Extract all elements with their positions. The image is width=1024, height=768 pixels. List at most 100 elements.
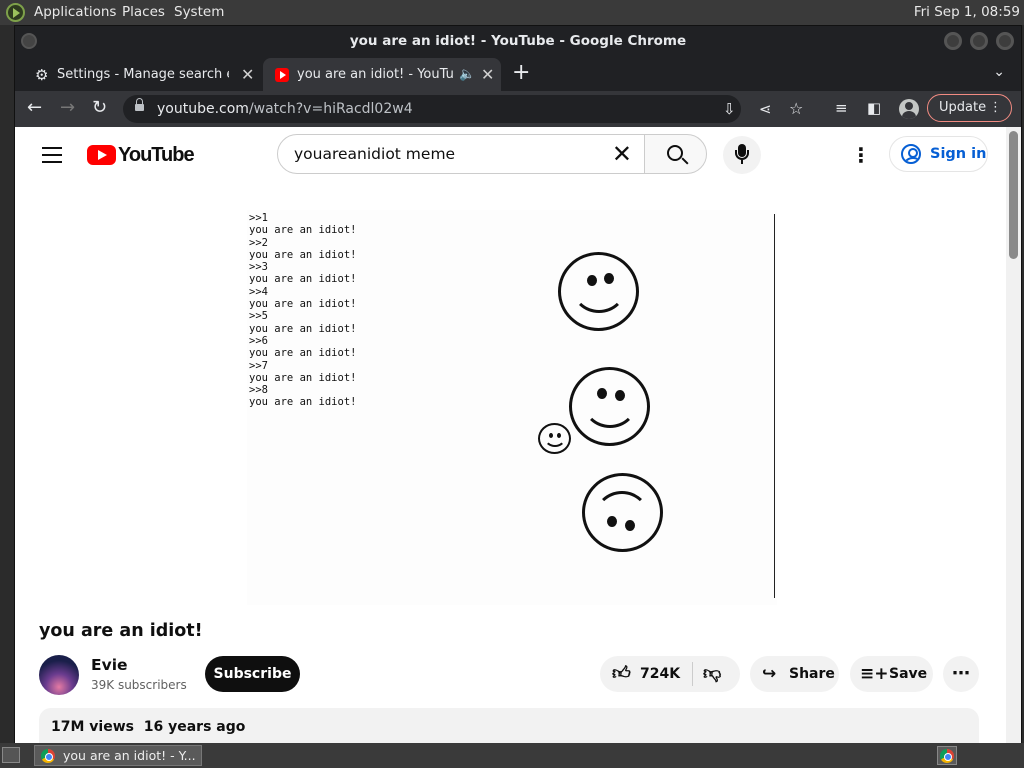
upside-down-smiley-face-icon	[582, 473, 663, 552]
desktop-taskbar: you are an idiot! - Y...	[0, 743, 1024, 768]
url-text[interactable]: youtube.com/watch?v=hiRacdl02w4	[157, 95, 413, 123]
like-button[interactable]: 👍︎	[612, 656, 631, 692]
console-line: >>3	[249, 261, 268, 274]
console-line: you are an idiot!	[249, 248, 357, 261]
view-count: 17M views	[51, 719, 134, 735]
chrome-window: you are an idiot! - YouTube - Google Chr…	[14, 25, 1022, 744]
page-scrollbar[interactable]	[1006, 127, 1021, 744]
share-button[interactable]: ↪ Share	[750, 656, 839, 692]
console-line: >>2	[249, 236, 268, 249]
new-tab-icon[interactable]: +	[512, 62, 530, 84]
description-box[interactable]: 17M views 16 years ago	[39, 708, 979, 744]
save-label: Save	[889, 666, 928, 682]
show-desktop-icon[interactable]	[2, 747, 20, 763]
settings-kebab-icon[interactable]: ⋮	[851, 142, 871, 168]
youtube-logo-text: YouTube	[118, 144, 195, 166]
tab-search-chevron-icon[interactable]: ⌄	[993, 64, 1005, 80]
reload-icon[interactable]: ↻	[92, 98, 107, 118]
channel-avatar[interactable]	[39, 655, 79, 695]
media-controls-icon[interactable]: ≡	[835, 98, 848, 118]
console-line: you are an idiot!	[249, 347, 357, 360]
gear-icon: ⚙	[35, 66, 49, 84]
youtube-play-icon	[87, 145, 116, 165]
close-window-button[interactable]	[996, 32, 1014, 50]
more-horizontal-icon: ⋯	[952, 663, 970, 684]
dislike-button[interactable]: 👎︎	[703, 656, 721, 692]
profile-avatar-icon[interactable]	[899, 99, 919, 119]
microphone-icon	[735, 144, 749, 164]
like-divider	[692, 662, 693, 686]
console-line: you are an idiot!	[249, 396, 357, 409]
clear-search-icon[interactable]: ✕	[612, 140, 632, 168]
tab-settings[interactable]: ⚙ Settings - Manage search engi ✕	[23, 58, 259, 91]
taskbar-chrome-window[interactable]: you are an idiot! - Y...	[34, 745, 202, 766]
console-line: >>8	[249, 384, 268, 397]
update-button[interactable]: Update ⋮	[927, 94, 1012, 122]
video-console-text: >>1 you are an idiot! >>2 you are an idiot!…	[249, 212, 356, 409]
system-menu[interactable]: System	[174, 4, 224, 20]
browser-toolbar: ← → ↻ youtube.com/watch?v=hiRacdl02w4 ⇩ …	[15, 91, 1021, 127]
applications-menu[interactable]: Applications	[34, 4, 116, 20]
console-line: >>1	[249, 212, 268, 224]
search-query: youareanidiot meme	[294, 145, 456, 163]
bookmark-star-icon[interactable]: ☆	[789, 99, 803, 119]
search-input[interactable]: youareanidiot meme ✕	[277, 134, 645, 174]
taskbar-window-label: you are an idiot! - Y...	[63, 748, 196, 763]
save-button[interactable]: ≡+ Save	[850, 656, 933, 692]
video-player[interactable]: >>1 you are an idiot! >>2 you are an idiot!…	[247, 210, 777, 605]
console-line: you are an idiot!	[249, 273, 357, 286]
like-dislike-group: 👍︎ 724K 👎︎	[600, 656, 740, 692]
chrome-menu-icon[interactable]: ⋮	[989, 95, 1002, 121]
tab-label: you are an idiot! - YouTube	[297, 67, 455, 82]
user-circle-icon	[901, 144, 921, 164]
video-metadata: 17M views 16 years ago	[51, 719, 245, 735]
small-smiley-face-icon	[538, 423, 571, 454]
video-frame-line	[774, 214, 775, 598]
maximize-button[interactable]	[970, 32, 988, 50]
clock[interactable]: Fri Sep 1, 08:59	[914, 4, 1020, 20]
subscriber-count: 39K subscribers	[91, 678, 187, 692]
window-titlebar[interactable]: you are an idiot! - YouTube - Google Chr…	[15, 26, 1021, 56]
hamburger-menu-icon[interactable]	[42, 147, 62, 163]
subscribe-button[interactable]: Subscribe	[205, 656, 300, 692]
share-arrow-icon: ↪	[762, 664, 777, 684]
tab-youtube[interactable]: you are an idiot! - YouTube 🔈 ✕	[263, 58, 501, 91]
back-arrow-icon[interactable]: ←	[27, 98, 42, 118]
console-line: you are an idiot!	[249, 371, 357, 384]
tab-close-icon[interactable]: ✕	[241, 58, 254, 91]
desktop-top-panel: Applications Places System Fri Sep 1, 08…	[0, 0, 1024, 25]
tab-close-icon[interactable]: ✕	[481, 58, 494, 91]
search-button[interactable]	[644, 134, 707, 174]
chrome-icon	[41, 749, 55, 763]
address-bar[interactable]: youtube.com/watch?v=hiRacdl02w4 ⇩ ⋖ ☆	[123, 95, 803, 123]
youtube-favicon-icon	[275, 68, 289, 82]
lock-icon[interactable]	[135, 98, 144, 113]
tab-strip: ⚙ Settings - Manage search engi ✕ you ar…	[15, 56, 1021, 91]
console-line: >>6	[249, 334, 268, 347]
channel-name[interactable]: Evie	[91, 656, 128, 674]
window-menu-icon[interactable]	[21, 33, 37, 49]
console-line: you are an idiot!	[249, 322, 357, 335]
audio-playing-icon[interactable]: 🔈	[459, 58, 475, 91]
forward-arrow-icon[interactable]: →	[60, 98, 75, 118]
console-line: you are an idiot!	[249, 298, 357, 311]
youtube-logo[interactable]: YouTube	[87, 143, 195, 167]
more-actions-button[interactable]: ⋯	[943, 656, 979, 692]
add-to-playlist-icon: ≡+	[860, 664, 889, 684]
upload-age: 16 years ago	[143, 719, 246, 735]
distro-logo-icon[interactable]	[6, 3, 25, 22]
smiley-face-icon	[569, 367, 650, 446]
places-menu[interactable]: Places	[122, 4, 165, 20]
share-icon[interactable]: ⋖	[759, 99, 772, 119]
scrollbar-thumb[interactable]	[1009, 131, 1018, 259]
chrome-icon	[940, 749, 954, 763]
install-app-icon[interactable]: ⇩	[723, 99, 736, 119]
minimize-button[interactable]	[944, 32, 962, 50]
like-count[interactable]: 724K	[640, 656, 680, 692]
console-line: >>5	[249, 310, 268, 323]
voice-search-button[interactable]	[723, 136, 761, 174]
tray-chrome-launcher[interactable]	[937, 746, 957, 765]
side-panel-icon[interactable]: ◧	[867, 98, 881, 118]
sign-in-button[interactable]: Sign in	[889, 136, 988, 172]
console-line: you are an idiot!	[249, 224, 357, 237]
